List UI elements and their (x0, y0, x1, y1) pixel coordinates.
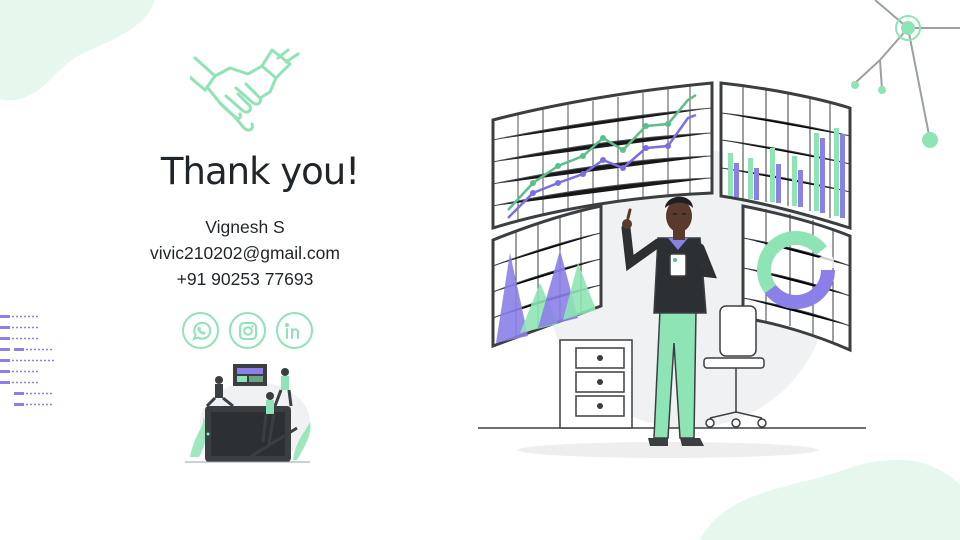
handshake-icon (190, 48, 300, 132)
analytics-dashboard-illustration (478, 81, 866, 458)
drawer-cabinet (559, 339, 633, 429)
instagram-icon (238, 321, 257, 340)
contact-name: Vignesh S (205, 217, 285, 237)
decorative-blob-top-left (0, 0, 155, 101)
page-title: Thank you! (160, 150, 360, 193)
contact-block: Vignesh S vivic210202@gmail.com +91 9025… (120, 214, 370, 292)
dotted-lines-decoration (0, 315, 54, 406)
whatsapp-icon (191, 321, 211, 341)
decorative-blob-bottom-right (700, 460, 960, 540)
linkedin-button[interactable] (276, 312, 313, 349)
team-tablet-illustration (185, 364, 311, 463)
whatsapp-button[interactable] (182, 312, 219, 349)
social-links (182, 312, 313, 349)
contact-email[interactable]: vivic210202@gmail.com (120, 240, 370, 266)
linkedin-icon (284, 322, 299, 339)
instagram-button[interactable] (229, 312, 266, 349)
contact-phone[interactable]: +91 90253 77693 (120, 266, 370, 292)
